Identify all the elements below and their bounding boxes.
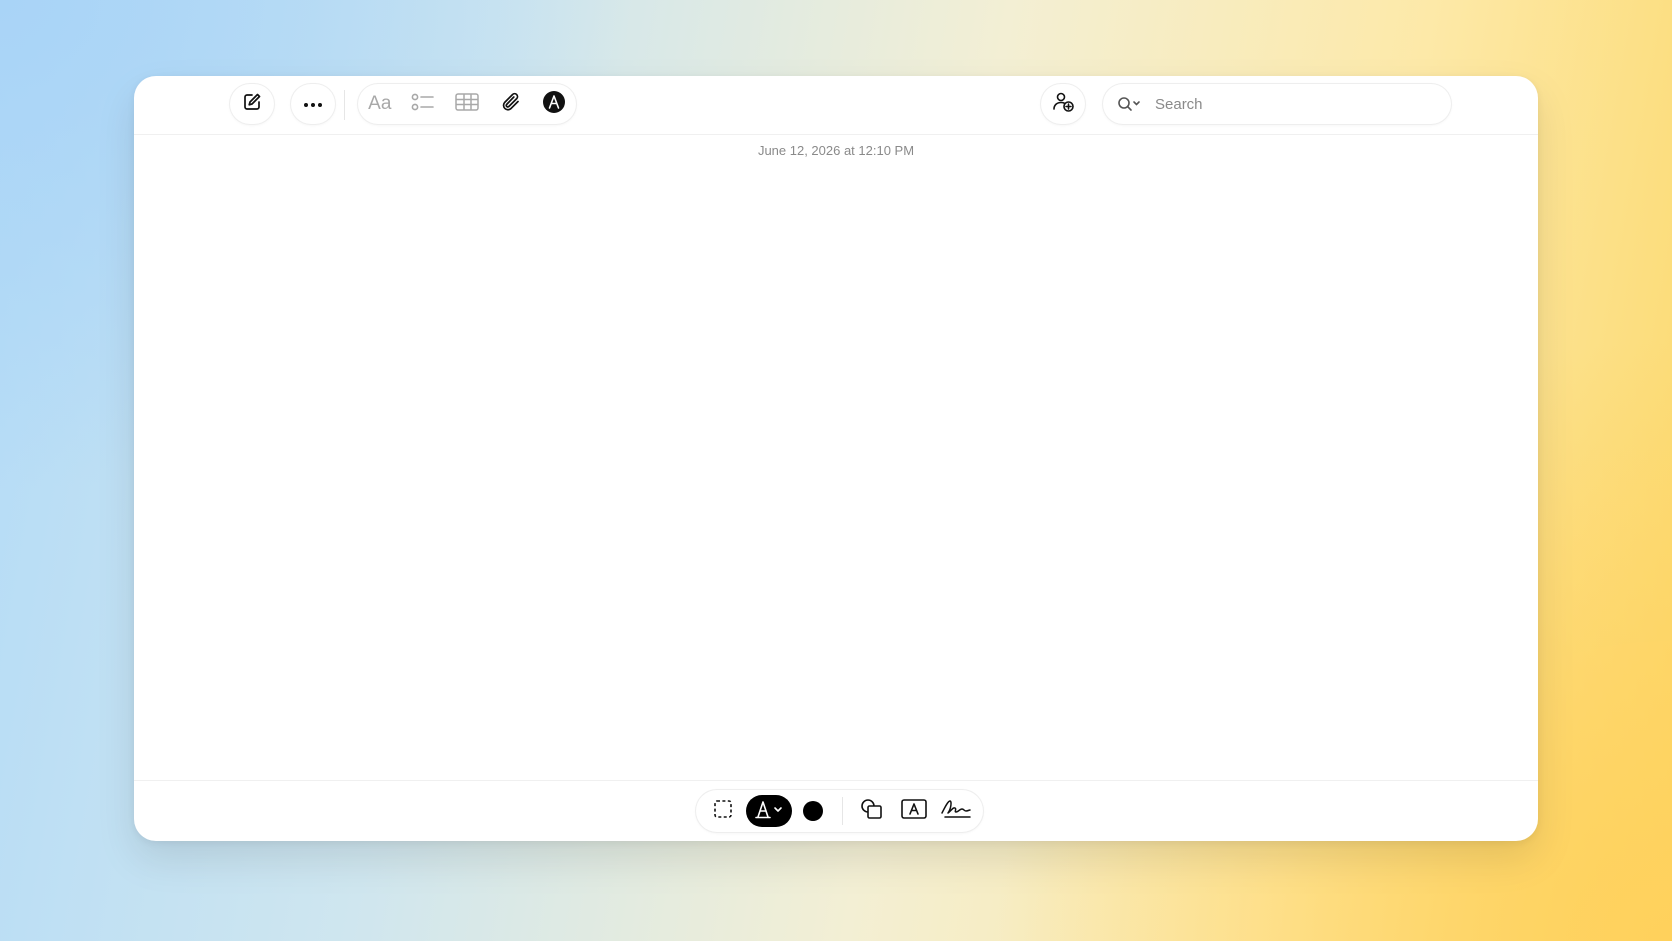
text-format-button[interactable]: Aa — [358, 84, 402, 124]
table-icon — [455, 92, 479, 116]
pen-icon — [752, 799, 786, 824]
text-format-label: Aa — [368, 93, 392, 114]
paperclip-icon — [501, 91, 521, 118]
formatting-tools: Aa — [358, 84, 576, 124]
selection-tool-button[interactable] — [702, 790, 744, 832]
search-icon — [1117, 96, 1143, 112]
color-dot-icon — [803, 801, 823, 821]
shapes-tool-button[interactable] — [851, 790, 893, 832]
markup-button[interactable] — [532, 84, 576, 124]
signature-icon — [940, 798, 972, 825]
search-field[interactable] — [1103, 84, 1451, 124]
text-box-tool-button[interactable] — [893, 790, 935, 832]
pen-tool-button[interactable] — [746, 795, 792, 827]
note-timestamp: June 12, 2026 at 12:10 PM — [757, 143, 915, 158]
text-box-icon — [901, 798, 927, 824]
markup-tools — [696, 790, 983, 832]
notes-window: Aa Search June 12, 2026 at 12:10 PM — [134, 76, 1538, 841]
compose-icon — [242, 92, 262, 117]
top-toolbar: Aa — [134, 76, 1538, 135]
note-editor[interactable] — [134, 166, 1538, 766]
collaborate-button[interactable] — [1041, 84, 1085, 124]
markup-toolbar-area — [134, 780, 1538, 841]
more-icon — [302, 95, 324, 113]
dashed-selection-icon — [713, 799, 733, 824]
markup-divider — [842, 797, 843, 825]
table-button[interactable] — [445, 84, 489, 124]
search-input[interactable] — [1153, 94, 1437, 114]
attachment-button[interactable] — [489, 84, 533, 124]
signature-tool-button[interactable] — [935, 790, 977, 832]
markup-icon — [542, 90, 566, 119]
new-note-button[interactable] — [230, 84, 274, 124]
more-options-button[interactable] — [291, 84, 335, 124]
checklist-icon — [411, 92, 435, 117]
color-picker-button[interactable] — [792, 790, 834, 832]
shapes-icon — [860, 798, 884, 825]
checklist-button[interactable] — [402, 84, 446, 124]
toolbar-divider — [344, 90, 345, 120]
collaborate-icon — [1051, 91, 1075, 118]
